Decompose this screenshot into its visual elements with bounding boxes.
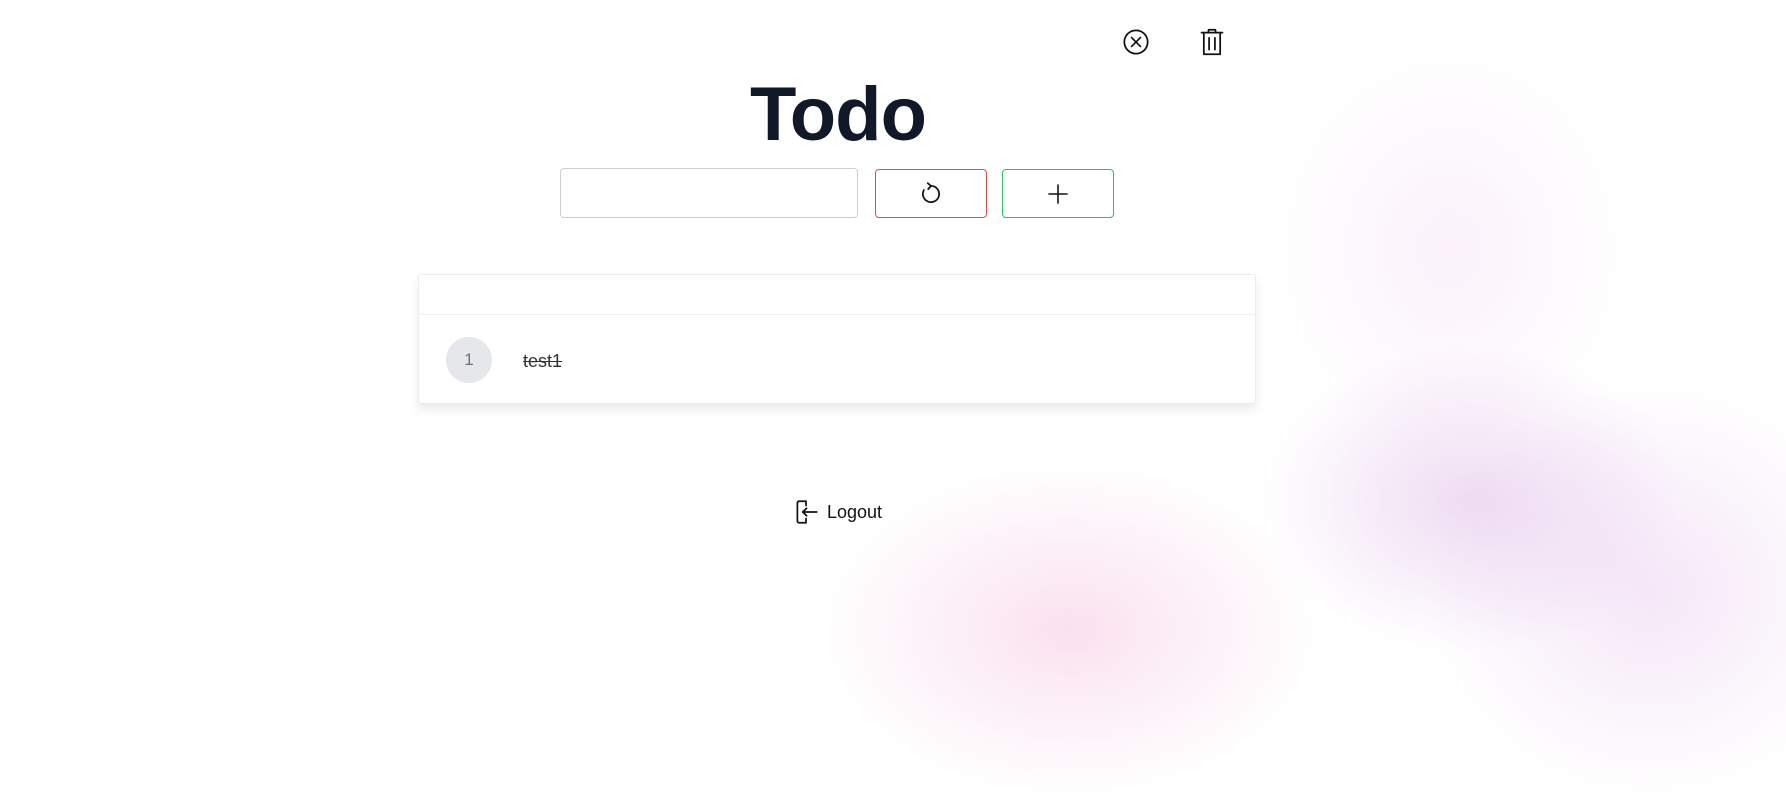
logout-icon	[796, 500, 818, 524]
todo-item: 1 test1	[419, 315, 1255, 403]
page-title: Todo	[749, 72, 927, 157]
refresh-icon	[922, 181, 940, 203]
todo-input[interactable]	[560, 168, 858, 218]
add-button[interactable]	[1002, 169, 1114, 218]
todo-list-header	[419, 275, 1255, 315]
trash-icon	[1200, 28, 1224, 56]
logout-button[interactable]: Logout	[793, 497, 882, 527]
circle-x-icon	[1123, 29, 1149, 55]
uncheck-button[interactable]	[1120, 26, 1152, 58]
reset-button[interactable]	[875, 169, 987, 218]
todo-list-card: 1 test1	[418, 274, 1256, 404]
todo-index-badge: 1	[446, 337, 492, 383]
plus-icon	[1048, 183, 1068, 204]
delete-button[interactable]	[1196, 26, 1228, 58]
logout-label: Logout	[827, 501, 883, 522]
todo-text[interactable]: test1	[523, 350, 562, 372]
